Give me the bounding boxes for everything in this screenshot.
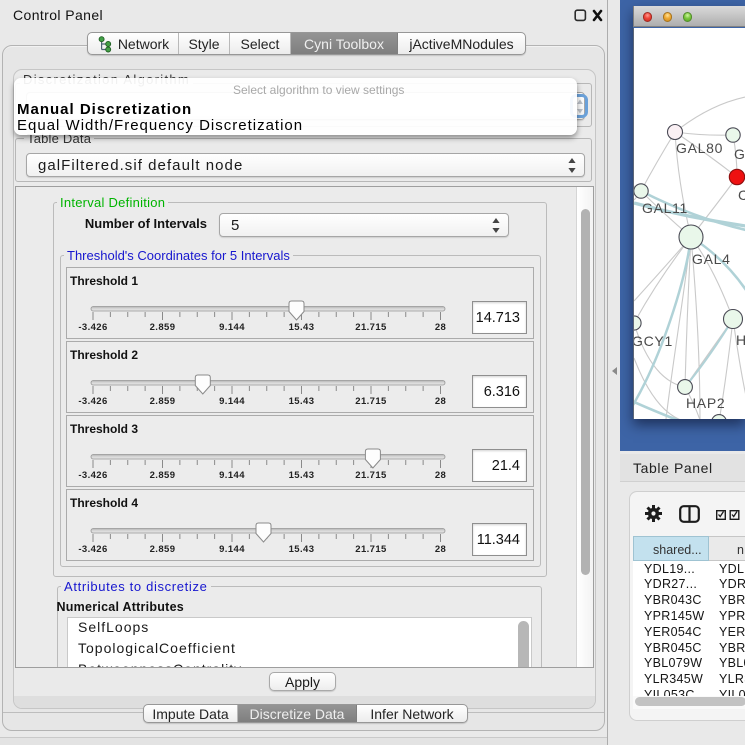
svg-text:H: H xyxy=(736,332,745,348)
svg-text:15.43: 15.43 xyxy=(289,470,315,481)
svg-text:GAL11: GAL11 xyxy=(642,200,688,216)
svg-text:-3.426: -3.426 xyxy=(78,322,107,333)
svg-text:28: 28 xyxy=(435,544,446,555)
svg-text:15.43: 15.43 xyxy=(289,396,315,407)
svg-text:2.859: 2.859 xyxy=(150,544,176,555)
svg-text:2.859: 2.859 xyxy=(150,396,176,407)
svg-text:C: C xyxy=(738,187,745,203)
svg-text:2.859: 2.859 xyxy=(150,470,176,481)
svg-text:28: 28 xyxy=(435,396,446,407)
svg-text:28: 28 xyxy=(435,322,446,333)
svg-text:9.144: 9.144 xyxy=(219,470,245,481)
svg-text:21.715: 21.715 xyxy=(355,396,387,407)
svg-text:GAL4: GAL4 xyxy=(692,251,731,267)
svg-text:GAL80: GAL80 xyxy=(676,140,723,156)
svg-text:HAP2: HAP2 xyxy=(686,395,725,411)
svg-text:9.144: 9.144 xyxy=(219,322,245,333)
svg-text:21.715: 21.715 xyxy=(355,544,387,555)
svg-text:-3.426: -3.426 xyxy=(78,396,107,407)
svg-text:GCY1: GCY1 xyxy=(634,333,673,349)
svg-text:15.43: 15.43 xyxy=(289,544,315,555)
svg-text:-3.426: -3.426 xyxy=(78,470,107,481)
svg-text:2.859: 2.859 xyxy=(150,322,176,333)
svg-text:GA: GA xyxy=(734,146,745,162)
svg-text:9.144: 9.144 xyxy=(219,544,245,555)
svg-text:9.144: 9.144 xyxy=(219,396,245,407)
svg-text:21.715: 21.715 xyxy=(355,470,387,481)
svg-text:21.715: 21.715 xyxy=(355,322,387,333)
svg-text:-3.426: -3.426 xyxy=(78,544,107,555)
svg-text:28: 28 xyxy=(435,470,446,481)
svg-text:15.43: 15.43 xyxy=(289,322,315,333)
